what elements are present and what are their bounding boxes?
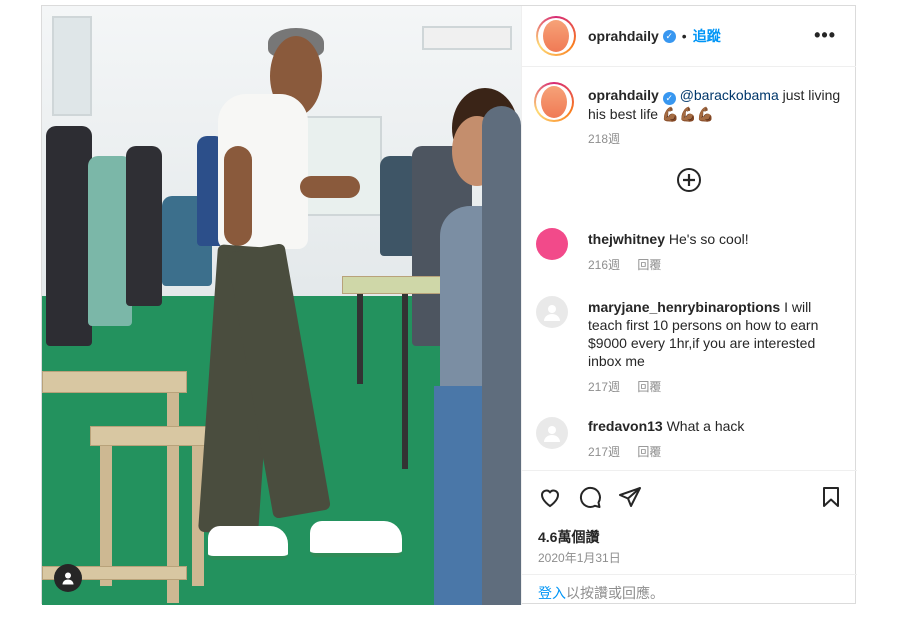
separator-dot: • bbox=[681, 28, 687, 44]
comments-list[interactable]: oprahdaily ✓ @barackobama just living his… bbox=[522, 68, 857, 470]
add-circle-icon[interactable] bbox=[677, 168, 701, 192]
bookmark-icon[interactable] bbox=[819, 485, 845, 511]
comment-text: What a hack bbox=[666, 418, 745, 434]
post-photo[interactable] bbox=[42, 6, 521, 605]
avatar[interactable] bbox=[536, 16, 576, 56]
heart-icon[interactable] bbox=[538, 485, 564, 511]
caption-username[interactable]: oprahdaily bbox=[588, 87, 659, 103]
comment-username[interactable]: maryjane_henrybinaroptions bbox=[588, 299, 780, 315]
share-icon[interactable] bbox=[618, 485, 644, 511]
comment-item: thejwhitney He's so cool! 216週 回覆 bbox=[536, 228, 846, 278]
comment-username[interactable]: thejwhitney bbox=[588, 231, 665, 247]
user-tag-icon[interactable] bbox=[54, 564, 82, 592]
caption: oprahdaily ✓ @barackobama just living his… bbox=[534, 82, 846, 152]
comment-time[interactable]: 216週 bbox=[588, 258, 620, 272]
verified-badge-icon: ✓ bbox=[662, 92, 676, 105]
comment-item: fredavon13 What a hack 217週 回覆 bbox=[536, 417, 846, 467]
login-prompt: 登入以按讚或回應。 bbox=[522, 574, 857, 605]
comment-icon[interactable] bbox=[578, 485, 604, 511]
caption-mention[interactable]: @barackobama bbox=[680, 87, 779, 103]
caption-avatar[interactable] bbox=[534, 82, 574, 122]
action-bar: 4.6萬個讚 2020年1月31日 bbox=[522, 470, 857, 578]
comment-time[interactable]: 217週 bbox=[588, 445, 620, 459]
comment-avatar[interactable] bbox=[536, 417, 568, 449]
photo-scene bbox=[42, 6, 521, 605]
likes-count[interactable]: 4.6萬個讚 bbox=[538, 527, 599, 547]
comment-item: maryjane_henrybinaroptions I will teach … bbox=[536, 296, 846, 406]
login-text: 以按讚或回應。 bbox=[566, 585, 664, 601]
reply-button[interactable]: 回覆 bbox=[637, 380, 661, 394]
post-sidebar: oprahdaily ✓ • 追蹤 ••• oprahdaily ✓ @barac… bbox=[521, 6, 857, 605]
reply-button[interactable]: 回覆 bbox=[637, 445, 661, 459]
reply-button[interactable]: 回覆 bbox=[637, 258, 661, 272]
login-link[interactable]: 登入 bbox=[538, 585, 566, 601]
comment-time[interactable]: 217週 bbox=[588, 380, 620, 394]
comment-avatar[interactable] bbox=[536, 228, 568, 260]
header-username[interactable]: oprahdaily bbox=[588, 28, 659, 44]
caption-time[interactable]: 218週 bbox=[588, 132, 620, 146]
comment-text: He's so cool! bbox=[668, 231, 749, 247]
comment-username[interactable]: fredavon13 bbox=[588, 418, 663, 434]
verified-badge-icon: ✓ bbox=[662, 29, 676, 43]
post-date[interactable]: 2020年1月31日 bbox=[538, 549, 621, 566]
instagram-post: oprahdaily ✓ • 追蹤 ••• oprahdaily ✓ @barac… bbox=[41, 5, 857, 605]
follow-button[interactable]: 追蹤 bbox=[693, 26, 721, 46]
post-header: oprahdaily ✓ • 追蹤 ••• bbox=[522, 6, 856, 67]
comment-avatar[interactable] bbox=[536, 296, 568, 328]
more-options-icon[interactable]: ••• bbox=[814, 26, 836, 44]
